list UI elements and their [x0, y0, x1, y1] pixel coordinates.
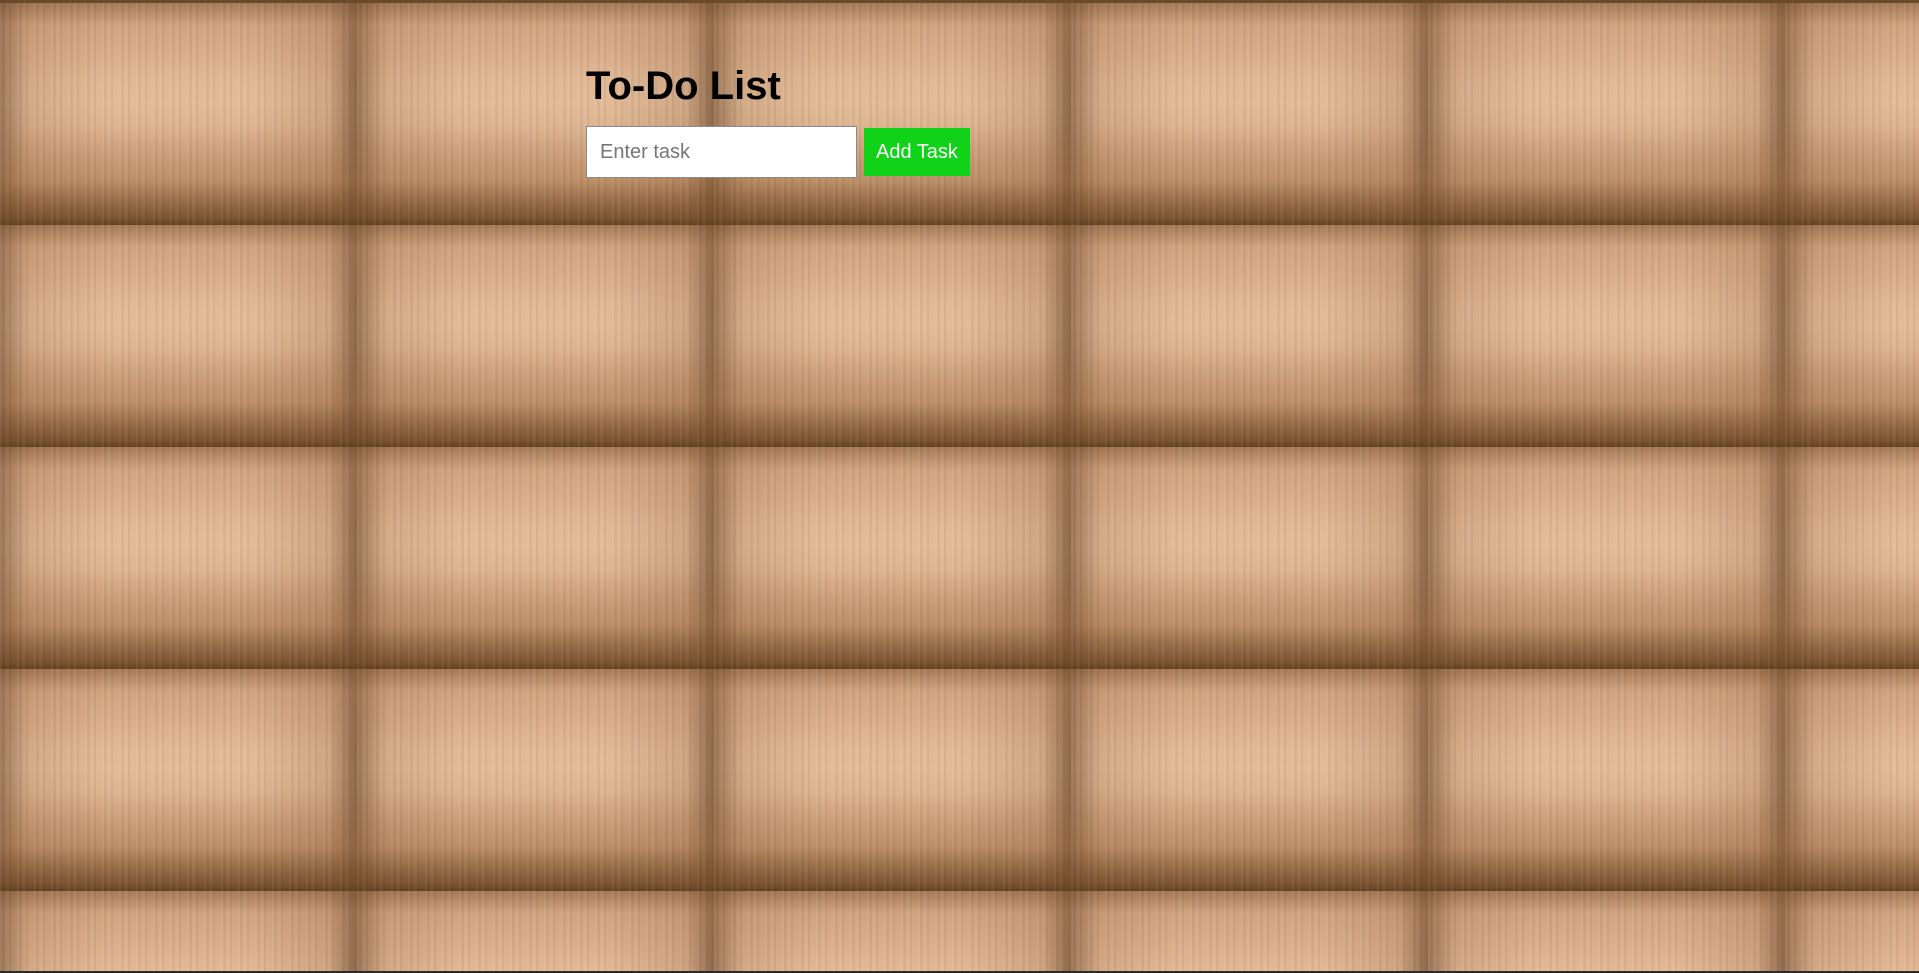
task-form: Add Task: [586, 126, 970, 178]
window-top-edge: [0, 0, 1919, 3]
todo-app: To-Do List Add Task: [586, 62, 970, 190]
task-input[interactable]: [586, 126, 857, 178]
add-task-button[interactable]: Add Task: [864, 128, 970, 176]
page-title: To-Do List: [586, 64, 781, 108]
